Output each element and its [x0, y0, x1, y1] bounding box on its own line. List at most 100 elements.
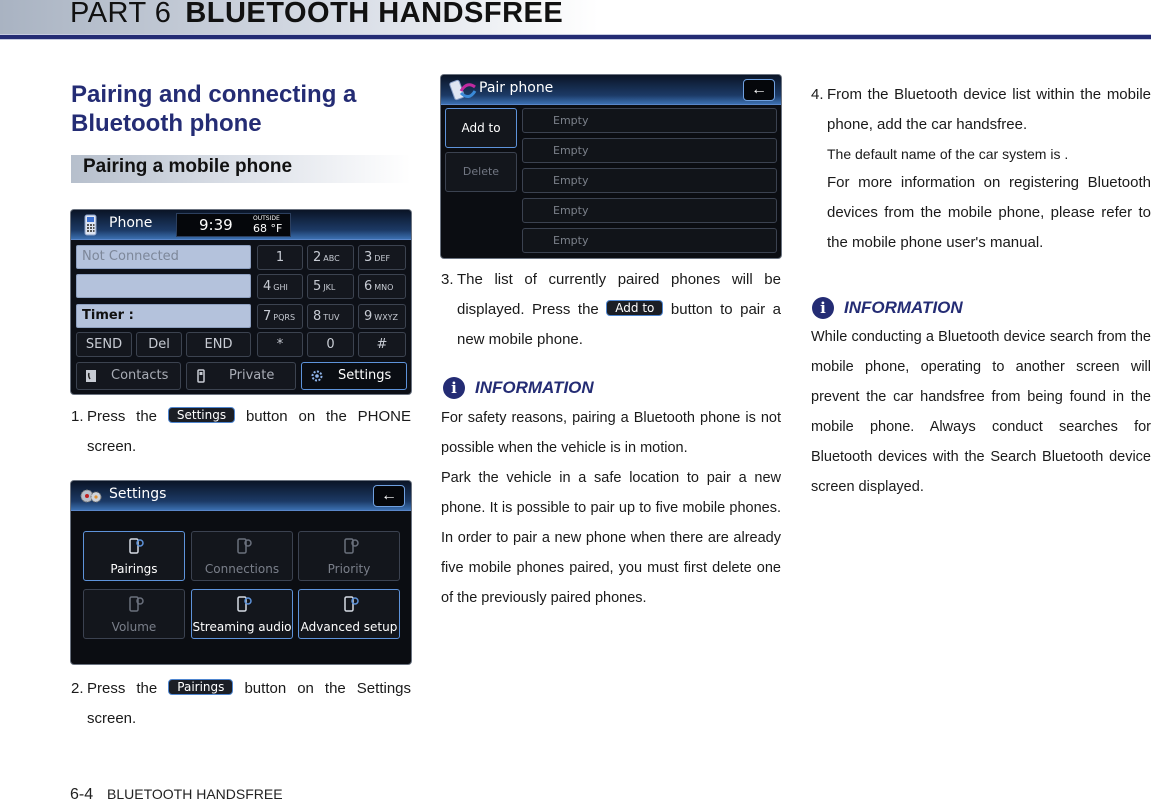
- back-arrow-button[interactable]: ←: [373, 485, 405, 507]
- clock-box: 9:39 OUTSIDE 68 °F: [176, 213, 291, 237]
- page-header-title: PART 6 BLUETOOTH HANDSFREE: [70, 0, 563, 30]
- subsection-bar: Pairing a mobile phone: [71, 155, 411, 183]
- settings-tile-streaming-audio[interactable]: Streaming audio: [191, 589, 293, 639]
- settings-tile-connections[interactable]: Connections: [191, 531, 293, 581]
- step-text: Press the Pairings button on the Setting…: [71, 674, 411, 734]
- information-text-3: While conducting a Bluetooth device sear…: [811, 329, 1151, 495]
- pair-phone-titlebar: Pair phone ←: [441, 75, 781, 105]
- key-letters: PQRS: [273, 313, 296, 322]
- part-number: PART 6: [70, 0, 172, 29]
- step-text-line3: For more information on registering Blue…: [827, 174, 1151, 251]
- add-to-chip: Add to: [606, 300, 664, 316]
- keypad-key[interactable]: 1: [257, 245, 303, 270]
- contacts-button[interactable]: Contacts: [76, 362, 181, 390]
- paired-phone-slot[interactable]: Empty: [522, 108, 777, 133]
- connection-status-field: Not Connected: [76, 245, 251, 269]
- settings-tile-advanced-setup[interactable]: Advanced setup: [298, 589, 400, 639]
- key-digit: #: [376, 337, 388, 352]
- add-to-button[interactable]: Add to: [445, 108, 517, 148]
- settings-label: Settings: [338, 368, 392, 383]
- information-label: INFORMATION: [844, 298, 963, 317]
- private-label: Private: [229, 368, 275, 383]
- settings-tile-volume[interactable]: Volume: [83, 589, 185, 639]
- phone-screen-screenshot: Phone 9:39 OUTSIDE 68 °F Not Connected T…: [71, 210, 411, 394]
- keypad-key[interactable]: 0: [307, 332, 354, 357]
- keypad-key[interactable]: 3 DEF: [358, 245, 406, 270]
- step-text: The list of currently paired phones will…: [441, 265, 781, 355]
- mobile-phone-icon: [84, 214, 97, 236]
- keypad-key[interactable]: 4 GHI: [257, 274, 303, 299]
- keypad-key[interactable]: 7 PQRS: [257, 304, 303, 329]
- settings-screen-title: Settings: [109, 486, 167, 502]
- info-icon: i: [812, 297, 834, 319]
- end-button[interactable]: END: [186, 332, 251, 357]
- settings-tile-pairings[interactable]: Pairings: [83, 531, 185, 581]
- key-digit: 0: [326, 337, 335, 352]
- settings-screen-screenshot: Settings ← Pairings Connections Priority Vo…: [71, 481, 411, 664]
- settings-titlebar: Settings ←: [71, 481, 411, 511]
- tile-label: Volume: [111, 620, 157, 634]
- gears-icon: [80, 489, 102, 503]
- footer-chapter: BLUETOOTH HANDSFREE: [107, 786, 283, 802]
- streaming-audio-icon: [237, 596, 252, 612]
- information-text-2: Park the vehicle in a safe location to p…: [441, 470, 781, 606]
- key-digit: 4: [263, 279, 272, 294]
- step-1: 1. Press the Settings button on the PHON…: [71, 402, 411, 462]
- keypad-key[interactable]: 2 ABC: [307, 245, 354, 270]
- key-digit: 3: [364, 250, 373, 265]
- step-text: Press the Settings button on the PHONE s…: [71, 402, 411, 462]
- chapter-title: BLUETOOTH HANDSFREE: [185, 0, 564, 29]
- paired-phone-slot[interactable]: Empty: [522, 138, 777, 163]
- advanced-setup-icon: [344, 596, 359, 612]
- pair-phone-screen-title: Pair phone: [479, 80, 554, 96]
- keypad-key[interactable]: 5 JKL: [307, 274, 354, 299]
- key-digit: 7: [263, 309, 272, 324]
- delete-pairing-button[interactable]: Delete: [445, 152, 517, 192]
- key-letters: GHI: [273, 283, 288, 292]
- key-letters: TUV: [323, 313, 340, 322]
- key-letters: JKL: [323, 283, 336, 292]
- key-digit: 9: [364, 309, 373, 324]
- private-button[interactable]: Private: [186, 362, 296, 390]
- step-3: 3. The list of currently paired phones w…: [441, 265, 781, 355]
- page-footer: 6-4 BLUETOOTH HANDSFREE: [70, 786, 283, 804]
- subsection-title: Pairing a mobile phone: [83, 156, 293, 177]
- keypad-key[interactable]: *: [257, 332, 303, 357]
- tile-label: Pairings: [110, 562, 158, 576]
- send-button[interactable]: SEND: [76, 332, 132, 357]
- paired-phone-slot[interactable]: Empty: [522, 168, 777, 193]
- key-letters: ABC: [323, 254, 340, 263]
- settings-chip: Settings: [167, 407, 236, 423]
- paired-phone-slot[interactable]: Empty: [522, 228, 777, 253]
- number-field[interactable]: [76, 274, 251, 298]
- information-text-1: For safety reasons, pairing a Bluetooth …: [441, 410, 781, 456]
- key-digit: 2: [313, 250, 322, 265]
- keypad-key[interactable]: 6 MNO: [358, 274, 406, 299]
- page-header: PART 6 BLUETOOTH HANDSFREE: [0, 0, 1151, 36]
- step-number: 1.: [71, 408, 84, 425]
- priority-icon: [344, 538, 359, 554]
- key-digit: *: [276, 337, 284, 352]
- tile-label: Connections: [204, 562, 280, 576]
- keypad-key[interactable]: 8 TUV: [307, 304, 354, 329]
- phone-titlebar: Phone 9:39 OUTSIDE 68 °F: [71, 210, 411, 240]
- information-label: INFORMATION: [475, 378, 594, 397]
- key-digit: 5: [313, 279, 322, 294]
- key-letters: DEF: [374, 254, 391, 263]
- header-rule: [0, 34, 1151, 40]
- gear-icon: [311, 370, 323, 382]
- timer-field: Timer :: [76, 304, 251, 328]
- step-number: 2.: [71, 680, 84, 697]
- tile-label: Priority: [327, 562, 371, 576]
- pairings-icon: [129, 538, 144, 554]
- back-arrow-button[interactable]: ←: [743, 79, 775, 101]
- paired-phone-slot[interactable]: Empty: [522, 198, 777, 223]
- contacts-label: Contacts: [111, 368, 169, 383]
- keypad-key[interactable]: #: [358, 332, 406, 357]
- delete-button[interactable]: Del: [136, 332, 182, 357]
- page-number: 6-4: [70, 786, 94, 803]
- settings-tile-priority[interactable]: Priority: [298, 531, 400, 581]
- pair-phone-screen-screenshot: Pair phone ← Add to Delete Empty Empty Emp…: [441, 75, 781, 258]
- keypad-key[interactable]: 9 WXYZ: [358, 304, 406, 329]
- settings-button[interactable]: Settings: [301, 362, 407, 390]
